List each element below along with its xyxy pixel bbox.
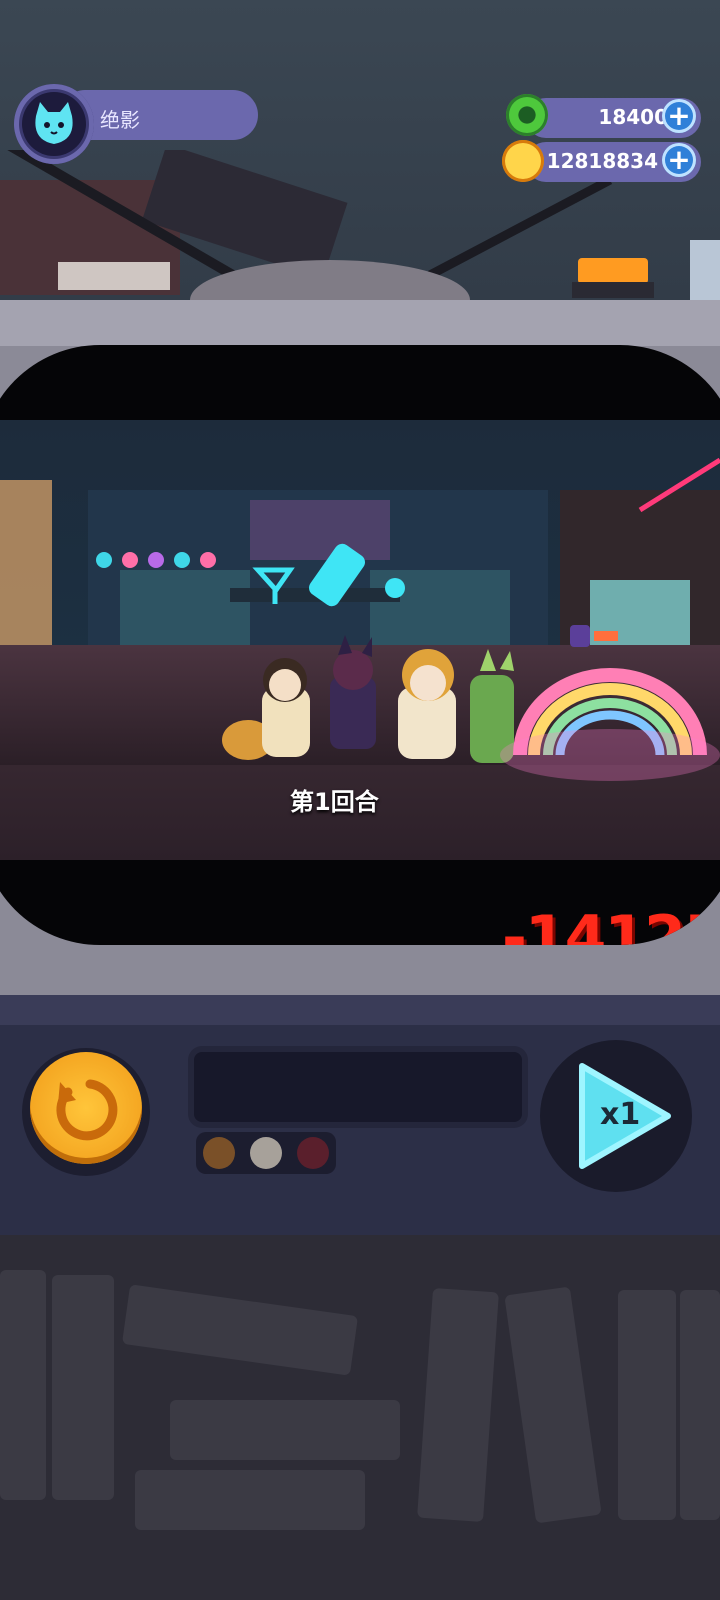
book	[0, 1270, 46, 1500]
indicator-light-red	[297, 1137, 329, 1169]
crescent-status-icon	[570, 625, 618, 647]
tv-frame-top	[0, 300, 720, 346]
book	[135, 1470, 365, 1530]
indicator-light-white	[250, 1137, 282, 1169]
hero-dark-demon	[330, 635, 376, 749]
hero-laurel-king	[398, 649, 456, 759]
hero-golden-cat	[222, 658, 310, 760]
book	[680, 1290, 720, 1520]
currency-amount-gems: 18400	[598, 105, 668, 129]
orange-planet-coin-icon	[502, 140, 544, 182]
book	[170, 1400, 400, 1460]
green-donut-coin-icon	[506, 94, 548, 136]
speed-label: x1	[600, 1097, 641, 1132]
book	[52, 1275, 114, 1500]
currency-amount-coins: 12818834	[546, 149, 658, 173]
add-gems-button[interactable]: +	[662, 99, 696, 133]
indicator-light-orange	[203, 1137, 235, 1169]
battle-characters	[222, 625, 720, 781]
book	[618, 1290, 676, 1520]
cassette-slot	[194, 1052, 522, 1122]
add-coins-button[interactable]: +	[662, 143, 696, 177]
cat-avatar-icon	[22, 92, 86, 156]
player-name: 绝影	[100, 108, 140, 132]
replay-icon[interactable]	[30, 1052, 142, 1164]
damage-number: -14125	[502, 903, 720, 945]
battle-screen: 第1回合 -14125	[0, 345, 720, 945]
control-panel-lip	[0, 995, 720, 1025]
round-label: 第1回合	[290, 788, 379, 816]
enemy-rainbow-attack	[500, 668, 720, 781]
